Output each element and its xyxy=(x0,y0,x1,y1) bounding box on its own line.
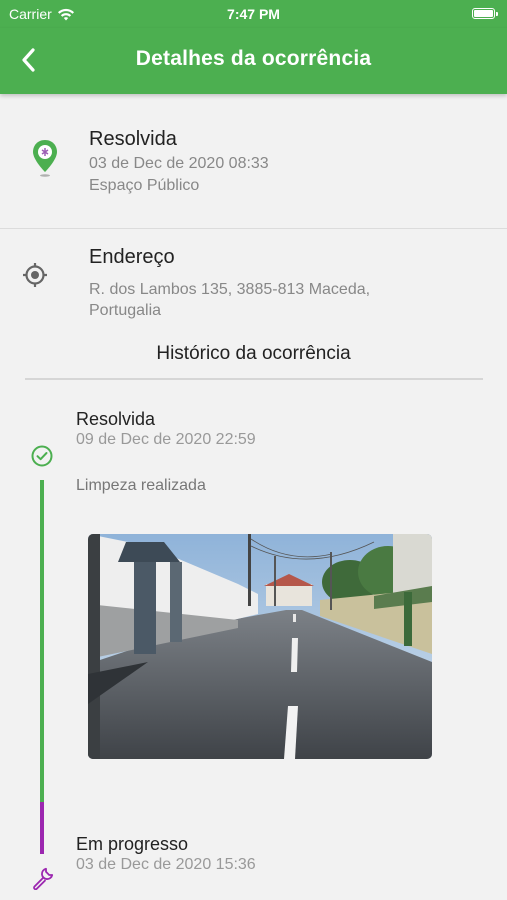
check-circle-icon xyxy=(31,445,53,467)
street-photo xyxy=(88,534,432,759)
event-note-resolved: Limpeza realizada xyxy=(76,477,206,494)
occurrence-photo[interactable] xyxy=(88,534,432,759)
event-status-progress: Em progresso xyxy=(76,834,189,854)
timeline-line-progress xyxy=(40,802,44,854)
event-date-resolved: 09 de Dec de 2020 22:59 xyxy=(76,431,256,448)
address-label: Endereço xyxy=(89,246,175,268)
history-divider xyxy=(25,378,483,380)
occurrence-category: Espaço Público xyxy=(89,177,200,194)
address-text: R. dos Lambos 135, 3885-813 Maceda, Port… xyxy=(89,279,469,321)
wrench-icon xyxy=(33,867,54,890)
location-target-icon xyxy=(23,263,47,287)
status-bar: Carrier 7:47 PM xyxy=(0,0,507,28)
clock: 7:47 PM xyxy=(227,6,280,22)
event-status-resolved: Resolvida xyxy=(76,409,156,429)
timeline-line-resolved xyxy=(40,480,44,802)
event-date-progress: 03 de Dec de 2020 15:36 xyxy=(76,856,256,873)
occurrence-date: 03 de Dec de 2020 08:33 xyxy=(89,155,269,172)
page-title: Detalhes da ocorrência xyxy=(135,47,372,70)
history-heading: Histórico da ocorrência xyxy=(156,343,351,364)
address-line-2: Portugalia xyxy=(89,302,162,319)
occurrence-status: Resolvida xyxy=(89,128,177,150)
occurrence-summary: Resolvida 03 de Dec de 2020 08:33 Espaço… xyxy=(0,94,507,229)
address-line-1: R. dos Lambos 135, 3885-813 Maceda, xyxy=(89,281,371,298)
battery-icon xyxy=(472,8,498,19)
navigation-bar: Detalhes da ocorrência xyxy=(0,28,507,94)
map-pin-icon xyxy=(33,140,57,177)
address-section: Endereço R. dos Lambos 135, 3885-813 Mac… xyxy=(0,229,507,329)
